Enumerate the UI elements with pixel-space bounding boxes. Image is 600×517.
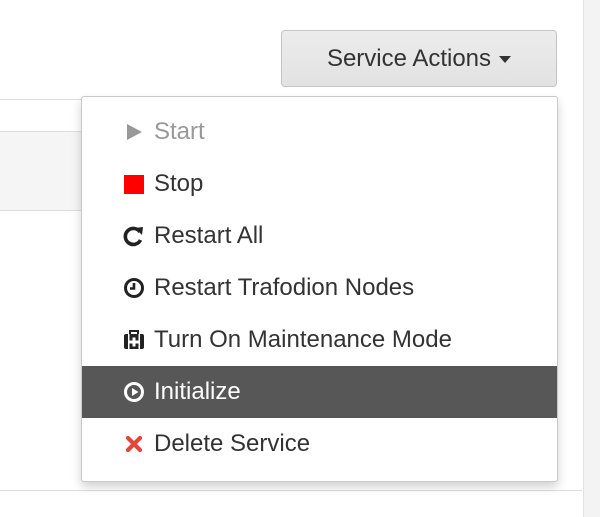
divider bbox=[0, 490, 582, 491]
divider bbox=[0, 99, 90, 100]
menu-item-label: Stop bbox=[154, 170, 204, 197]
service-actions-menu: Start Stop Restart All Restart Trafodion… bbox=[81, 96, 558, 482]
menu-item-label: Start bbox=[154, 118, 205, 145]
menu-item-label: Delete Service bbox=[154, 430, 311, 457]
scrollbar[interactable] bbox=[583, 0, 600, 517]
menu-item-restart-trafodion-nodes[interactable]: Restart Trafodion Nodes bbox=[82, 262, 557, 314]
menu-item-maintenance-mode[interactable]: Turn On Maintenance Mode bbox=[82, 314, 557, 366]
clock-icon bbox=[122, 276, 146, 300]
page: Service Actions Start Stop Restart All R… bbox=[0, 0, 600, 517]
menu-item-label: Initialize bbox=[154, 378, 241, 405]
menu-item-initialize[interactable]: Initialize bbox=[82, 366, 557, 418]
refresh-icon bbox=[122, 224, 146, 248]
play-icon bbox=[122, 120, 146, 144]
menu-item-delete-service[interactable]: Delete Service bbox=[82, 418, 557, 470]
play-circle-icon bbox=[122, 380, 146, 404]
stop-icon bbox=[122, 172, 146, 196]
menu-item-label: Restart All bbox=[154, 222, 264, 249]
service-actions-label: Service Actions bbox=[326, 44, 492, 72]
menu-item-label: Restart Trafodion Nodes bbox=[154, 274, 415, 301]
menu-item-restart-all[interactable]: Restart All bbox=[82, 210, 557, 262]
menu-item-stop[interactable]: Stop bbox=[82, 158, 557, 210]
medkit-icon bbox=[122, 328, 146, 352]
menu-item-start[interactable]: Start bbox=[82, 106, 557, 158]
panel-header bbox=[0, 131, 90, 211]
caret-down-icon bbox=[499, 56, 512, 63]
close-icon bbox=[122, 432, 146, 456]
service-actions-button[interactable]: Service Actions bbox=[281, 30, 557, 87]
menu-item-label: Turn On Maintenance Mode bbox=[154, 326, 452, 353]
